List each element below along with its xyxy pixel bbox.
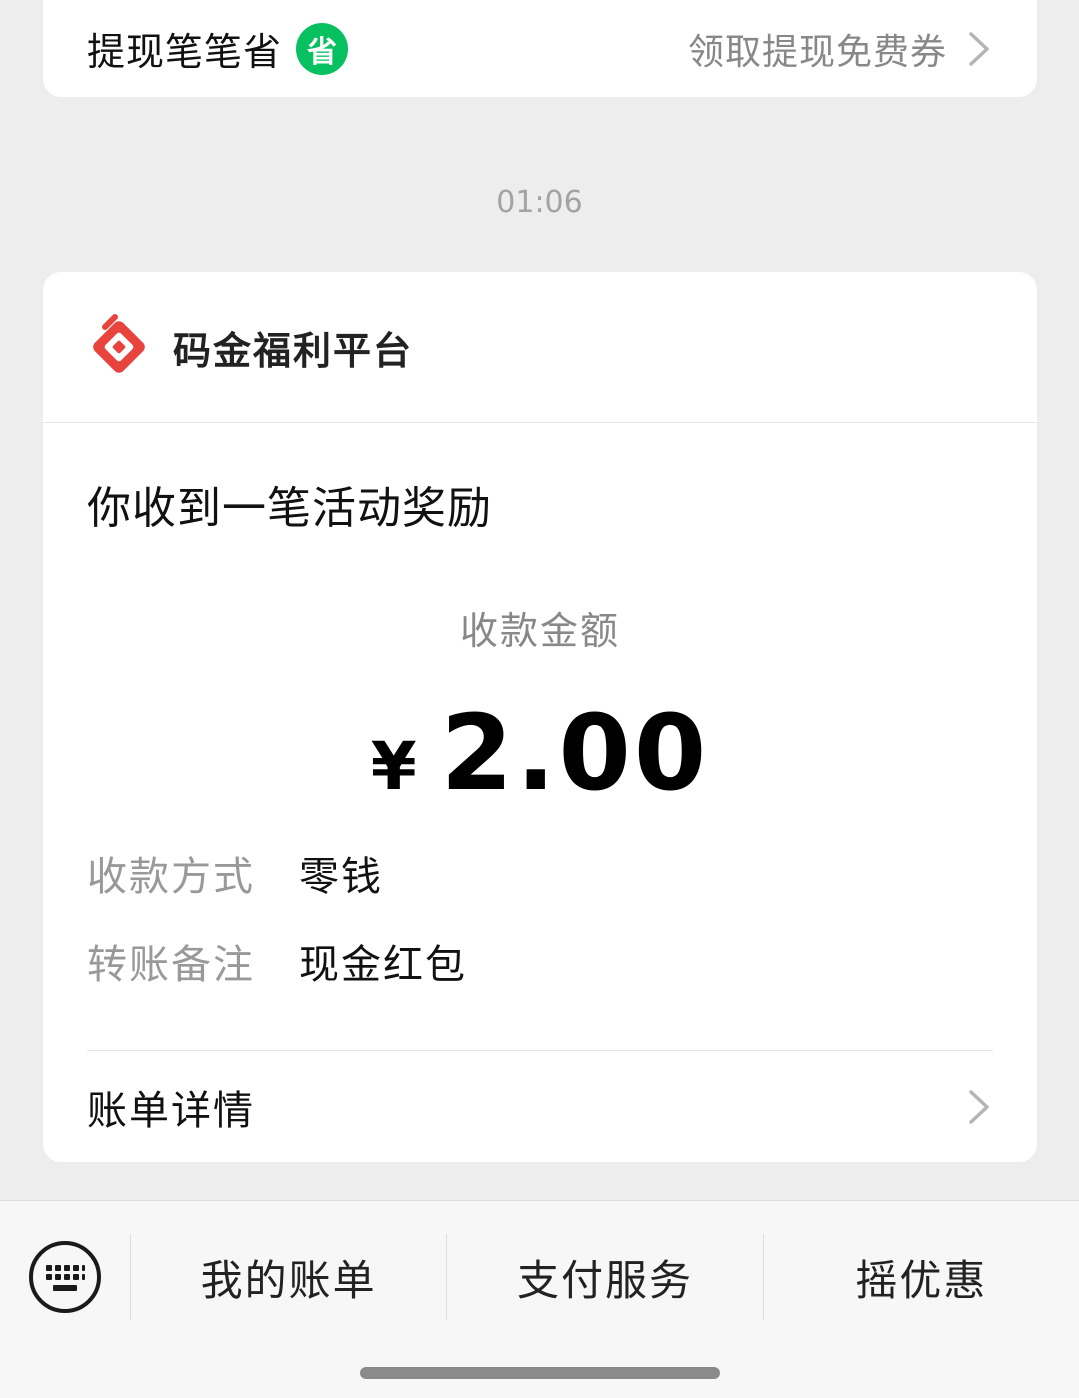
free-coupon-label: 领取提现免费券 xyxy=(687,31,947,73)
free-coupon-link[interactable]: 领取提现免费券 xyxy=(688,23,993,75)
menu-my-bills[interactable]: 我的账单 xyxy=(130,1234,446,1320)
transfer-note-value: 现金红包 xyxy=(299,942,467,988)
withdraw-savings-card[interactable]: 提现笔笔省 省 领取提现免费券 xyxy=(43,0,1037,97)
keyboard-icon xyxy=(29,1241,101,1313)
reward-title: 你收到一笔活动奖励 xyxy=(87,483,492,534)
chevron-right-icon xyxy=(969,1090,989,1124)
withdraw-savings-title: 提现笔笔省 xyxy=(87,30,283,74)
transfer-note-key: 转账备注 xyxy=(87,942,255,988)
withdraw-savings-left: 提现笔笔省 省 xyxy=(87,21,349,76)
payment-chat-page: 提现笔笔省 省 领取提现免费券 01:06 码金福利平台 你收到一笔活动奖励 收… xyxy=(0,0,1079,1398)
amount-value: 2.00 xyxy=(440,692,710,814)
bill-details-row[interactable]: 账单详情 xyxy=(87,1062,993,1152)
payment-method-key: 收款方式 xyxy=(87,854,255,900)
card-divider xyxy=(87,1050,993,1051)
bottom-menu-bar: 我的账单 支付服务 摇优惠 xyxy=(0,1200,1079,1398)
bill-details-label: 账单详情 xyxy=(87,1088,255,1134)
amount-display: ¥ 2.00 xyxy=(43,692,1037,814)
message-timestamp: 01:06 xyxy=(496,185,583,220)
card-header[interactable]: 码金福利平台 xyxy=(43,272,1037,423)
payment-method-value: 零钱 xyxy=(299,854,383,900)
home-indicator[interactable] xyxy=(360,1367,720,1379)
keyboard-toggle-button[interactable] xyxy=(0,1201,130,1353)
brand-logo-icon xyxy=(93,314,145,373)
menu-shake-deals[interactable]: 摇优惠 xyxy=(762,1234,1079,1320)
payment-method-row: 收款方式 零钱 xyxy=(87,844,383,902)
save-badge-icon: 省 xyxy=(296,22,349,75)
brand-name: 码金福利平台 xyxy=(173,328,414,373)
menu-row: 我的账单 支付服务 摇优惠 xyxy=(0,1201,1079,1353)
chevron-right-icon xyxy=(969,31,989,66)
amount-label: 收款金额 xyxy=(459,609,620,653)
currency-symbol: ¥ xyxy=(370,728,417,805)
reward-message-card[interactable]: 码金福利平台 你收到一笔活动奖励 收款金额 ¥ 2.00 收款方式 零钱 转账备… xyxy=(43,272,1037,1162)
transfer-note-row: 转账备注 现金红包 xyxy=(87,932,467,990)
menu-payment-services[interactable]: 支付服务 xyxy=(446,1234,762,1320)
